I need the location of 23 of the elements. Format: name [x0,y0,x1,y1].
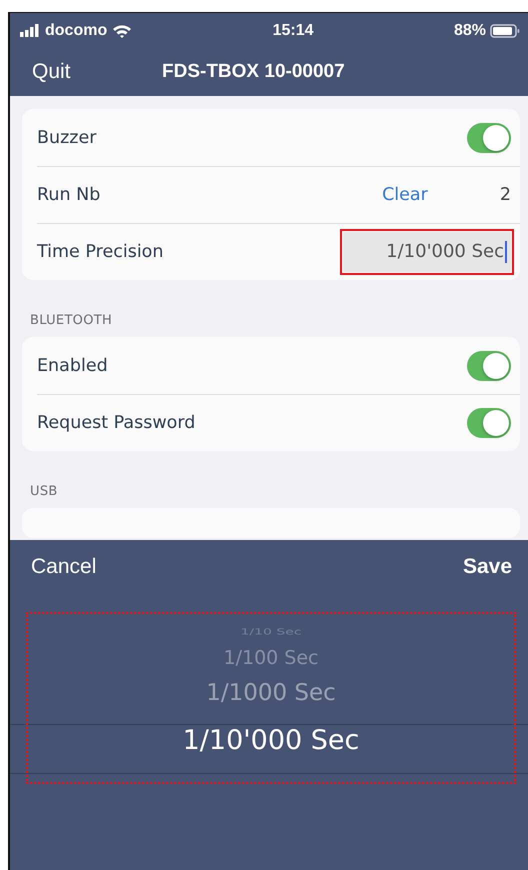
toggle-switch[interactable] [467,350,511,380]
picker-option[interactable]: 1/10'000 Sec [182,727,360,754]
toggle-switch[interactable] [467,122,511,152]
section-header: BLUETOOTH [30,313,114,328]
cancel-button[interactable]: Cancel [31,554,96,580]
row-label: Enabled [37,356,109,376]
wifi-icon [112,24,132,38]
run-number: 2 [500,184,511,204]
signal-icon [20,24,40,37]
nav-title: FDS-TBOX 10-00007 [162,61,345,83]
toggle-switch[interactable] [467,408,511,438]
save-button[interactable]: Save [462,554,512,580]
quit-button[interactable]: Quit [32,60,71,84]
section-header: USB [30,484,59,499]
row-label: Request Password [37,412,196,432]
clock-time: 15:14 [272,22,314,40]
row-label: Time Precision [37,242,164,262]
battery-percent: 88% [454,22,486,40]
row-label: Run Nb [37,184,102,204]
row-label: Buzzer [37,128,98,148]
clear-button[interactable]: Clear [382,184,428,204]
carrier-name: docomo [45,22,108,40]
battery-icon [490,24,520,38]
